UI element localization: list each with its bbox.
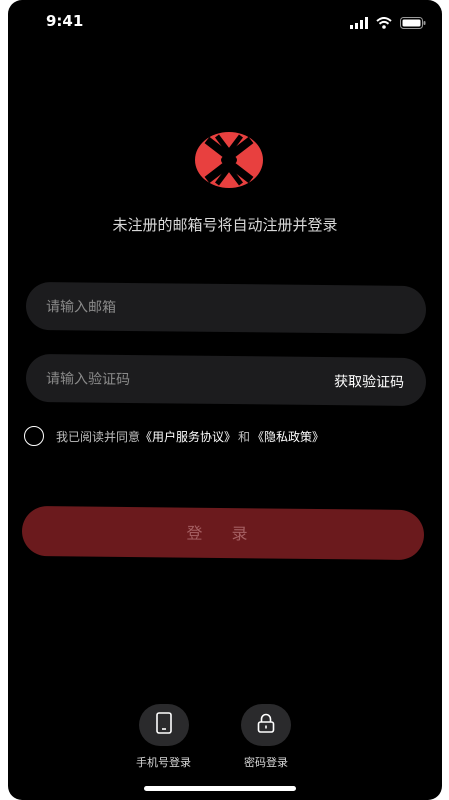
email-input[interactable] [43,282,289,335]
agreement-checkbox[interactable] [24,426,44,446]
signal-icon [350,14,368,33]
verification-code-input[interactable] [43,354,289,407]
phone-login-option[interactable]: 手机号登录 [136,704,191,770]
status-icons [350,14,426,33]
code-field: 获取验证码 [25,353,427,407]
lock-icon [257,713,275,737]
get-code-button[interactable]: 获取验证码 [334,371,404,392]
phone-login-circle[interactable] [138,704,189,746]
phone-login-label: 手机号登录 [136,756,191,769]
agreement-prefix: 我已阅读并同意 [56,429,141,444]
password-login-option[interactable]: 密码登录 [241,704,291,770]
email-field [25,281,427,335]
password-login-label: 密码登录 [244,756,288,769]
battery-icon [400,14,426,33]
password-login-circle[interactable] [241,704,291,746]
login-screen: 9:41 未注册的邮箱号将自动注册并登录 请输入邮箱 请输入验证码 获取验证码 … [8,0,442,800]
privacy-policy-link[interactable]: 《隐私政策》 [252,428,324,445]
user-agreement-link[interactable]: 《用户服务协议》 [140,428,236,445]
status-bar: 9:41 [8,0,442,44]
app-logo-icon [193,130,265,190]
agreement-and: 和 [238,429,251,444]
status-time: 9:41 [46,12,84,30]
home-indicator [144,786,296,791]
agreement-row: 我已阅读并同意 《用户服务协议》 和 《隐私政策》 [24,426,324,446]
wifi-icon [376,14,392,33]
phone-icon [155,712,172,738]
auto-register-hint: 未注册的邮箱号将自动注册并登录 [112,216,338,234]
login-button[interactable]: 登 录 [21,505,425,561]
